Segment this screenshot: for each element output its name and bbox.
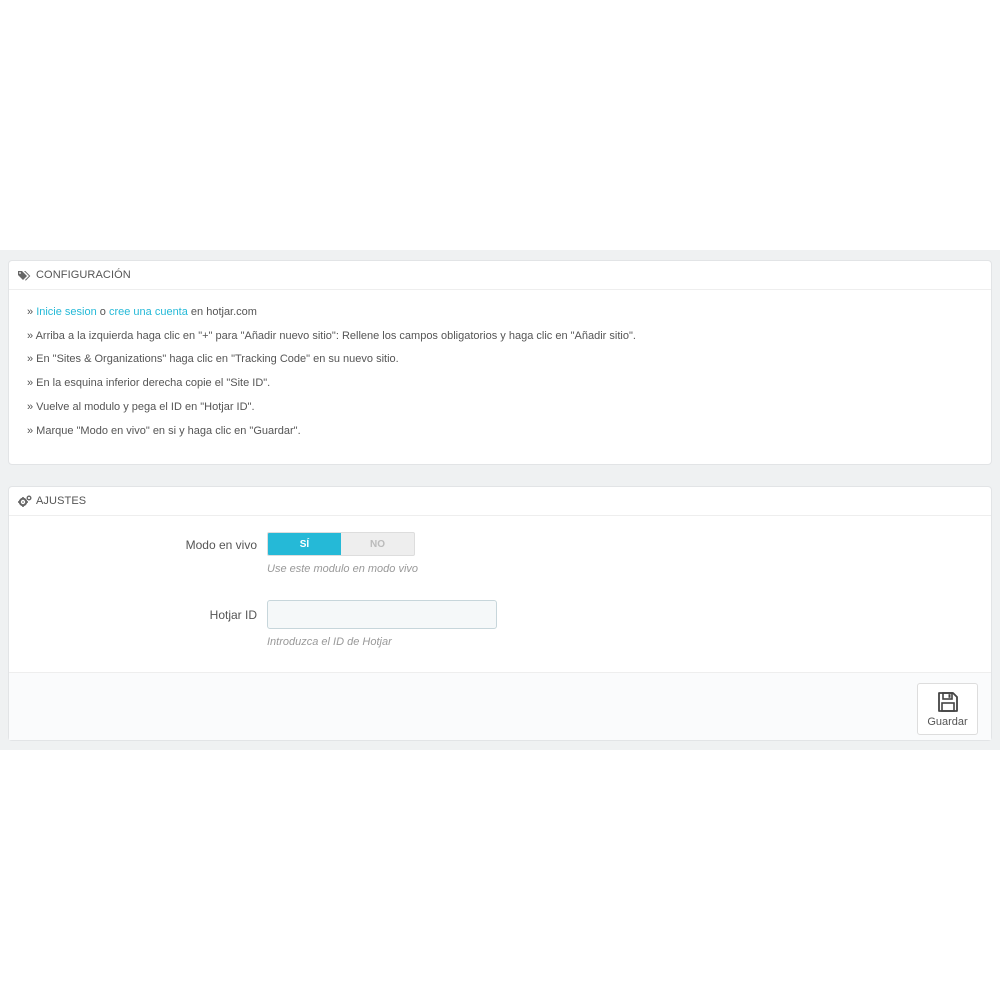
live-mode-yes-option[interactable]: SÍ [268,533,341,555]
hotjar-id-input[interactable] [267,600,497,629]
panel-footer: Guardar [9,672,991,740]
instruction-list: » Inicie sesion o cree una cuenta en hot… [9,290,991,443]
save-button[interactable]: Guardar [917,683,978,735]
save-button-label: Guardar [927,715,968,728]
instruction-step: » En "Sites & Organizations" haga clic e… [27,353,399,366]
instruction-step: » En la esquina inferior derecha copie e… [27,377,271,390]
configuration-panel-header: Configuración [9,261,991,290]
instruction-step: » Inicie sesion o cree una cuenta en hot… [27,301,991,325]
step-suffix: en hotjar.com [187,306,257,318]
tags-icon [18,270,31,281]
instruction-step: » Vuelve al modulo y pega el ID en "Hotj… [27,400,255,413]
create-account-link[interactable]: cree una cuenta [109,306,188,318]
live-mode-no-option[interactable]: NO [341,533,414,555]
settings-panel-header: Ajustes [9,487,991,516]
settings-panel: Ajustes Modo en vivo SÍ NO Use este modu… [8,486,992,741]
step-prefix: » [27,306,37,318]
cogs-icon [18,495,32,507]
step-connector: o [96,306,109,318]
configuration-panel: Configuración » Inicie sesion o cree una… [8,260,992,465]
login-link[interactable]: Inicie sesion [36,306,97,318]
instruction-step: » Arriba a la izquierda haga clic en "+"… [27,329,636,342]
save-icon [937,691,958,712]
live-mode-help: Use este modulo en modo vivo [267,563,419,575]
live-mode-label: Modo en vivo [185,538,257,552]
instruction-step: » Marque "Modo en vivo" en si y haga cli… [27,424,301,437]
hotjar-id-help: Introduzca el ID de Hotjar [267,636,392,648]
live-mode-switch[interactable]: SÍ NO [267,532,415,556]
settings-title: Ajustes [36,495,87,507]
hotjar-id-label: Hotjar ID [209,608,257,622]
configuration-title: Configuración [36,269,131,281]
